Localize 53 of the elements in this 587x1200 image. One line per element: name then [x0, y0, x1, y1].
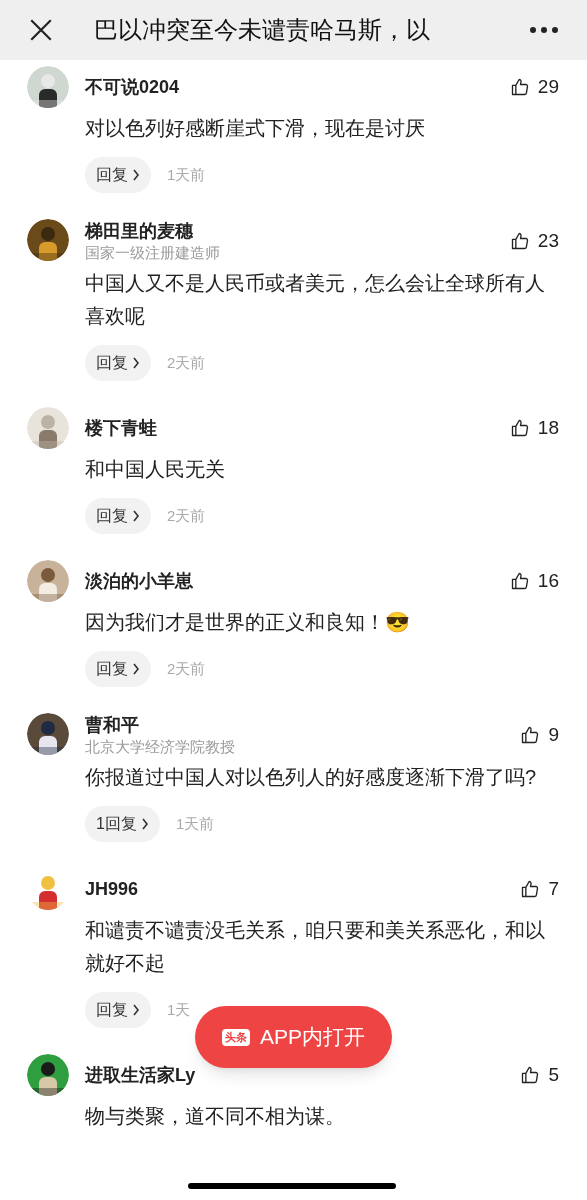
- reply-button[interactable]: 回复: [85, 992, 151, 1028]
- chevron-right-icon: [132, 510, 140, 522]
- chevron-right-icon: [140, 818, 149, 830]
- thumbs-up-icon: [520, 725, 541, 745]
- thumbs-up-icon: [520, 1065, 541, 1085]
- like-count: 16: [537, 568, 559, 593]
- comment-time: 1天: [167, 999, 191, 1020]
- comment-text: 和中国人民无关: [85, 457, 226, 482]
- comment-time: 1天前: [167, 164, 206, 185]
- open-in-app-button[interactable]: 头条 APP内打开: [195, 1006, 392, 1068]
- comment-time: 2天前: [167, 352, 206, 373]
- thumbs-up-icon: [509, 571, 530, 591]
- like-count: 7: [548, 876, 559, 901]
- reply-button[interactable]: 回复: [85, 498, 151, 534]
- comment-time: 2天前: [167, 658, 206, 679]
- like-count: 9: [548, 722, 559, 747]
- thumbs-up-icon: [509, 231, 530, 251]
- comment-text: 和谴责不谴责没毛关系，咱只要和美关系恶化，和以就好不起: [85, 918, 546, 976]
- user-title: 北京大学经济学院教授: [85, 737, 235, 757]
- like-count: 18: [537, 415, 559, 440]
- like-count: 23: [537, 228, 559, 253]
- more-icon[interactable]: [529, 26, 559, 34]
- reply-button[interactable]: 1回复: [85, 806, 160, 842]
- username[interactable]: 梯田里的麦穗: [85, 219, 220, 243]
- user-title: 国家一级注册建造师: [85, 243, 220, 263]
- like-count: 29: [537, 74, 559, 99]
- reply-button[interactable]: 回复: [85, 157, 151, 193]
- thumbs-up-icon: [509, 77, 530, 97]
- like-count: 5: [548, 1062, 559, 1087]
- chevron-right-icon: [132, 357, 140, 369]
- comment-time: 1天前: [175, 813, 215, 834]
- chevron-right-icon: [132, 1004, 140, 1016]
- comment-text: 物与类聚，道不同不相为谋。: [85, 1104, 346, 1129]
- username[interactable]: 不可说0204: [85, 75, 180, 99]
- close-icon[interactable]: [28, 17, 54, 43]
- chevron-right-icon: [132, 663, 140, 675]
- comment-text: 对以色列好感断崖式下滑，现在是讨厌: [85, 116, 426, 141]
- thumbs-up-icon: [509, 418, 530, 438]
- username[interactable]: 楼下青蛙: [85, 416, 157, 440]
- reply-button[interactable]: 回复: [85, 651, 151, 687]
- username[interactable]: 进取生活家Ly: [85, 1063, 196, 1087]
- username[interactable]: JH996: [85, 877, 139, 901]
- thumbs-up-icon: [520, 879, 541, 899]
- comment-text: 中国人又不是人民币或者美元，怎么会让全球所有人喜欢呢: [85, 271, 546, 329]
- app-logo: 头条: [222, 1028, 250, 1046]
- chevron-right-icon: [132, 169, 140, 181]
- page-title: 巴以冲突至今未谴责哈马斯，以: [94, 15, 431, 45]
- comment-text: 因为我们才是世界的正义和良知！😎: [85, 610, 411, 635]
- comment-time: 2天前: [167, 505, 206, 526]
- comment-text: 你报道过中国人对以色列人的好感度逐渐下滑了吗?: [85, 765, 538, 790]
- reply-button[interactable]: 回复: [85, 345, 151, 381]
- username[interactable]: 淡泊的小羊崽: [85, 569, 193, 593]
- username[interactable]: 曹和平: [85, 713, 235, 737]
